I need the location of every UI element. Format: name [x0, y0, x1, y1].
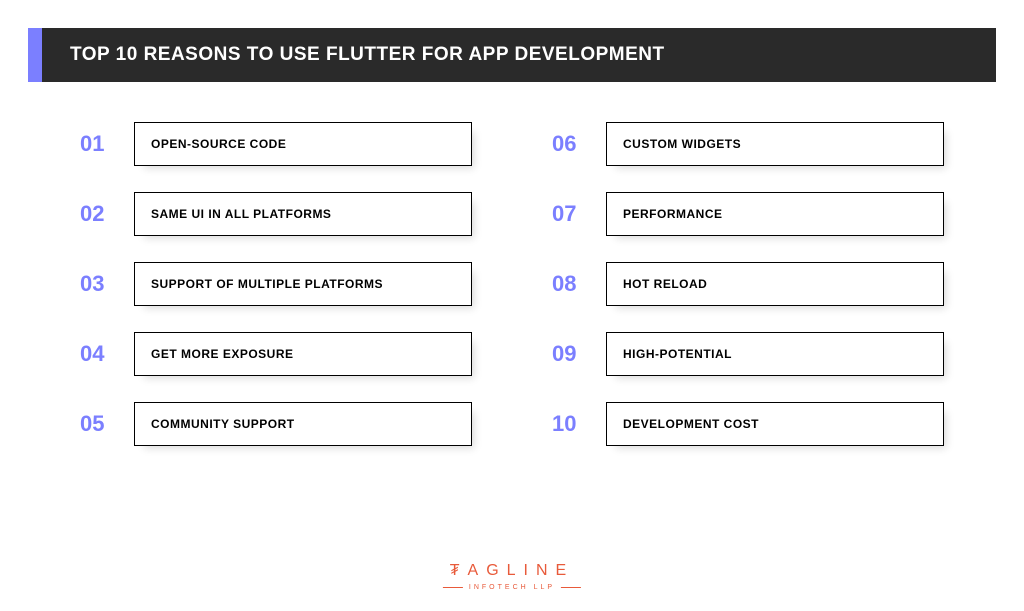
reason-box: GET MORE EXPOSURE — [134, 332, 472, 376]
reason-item: 10 DEVELOPMENT COST — [552, 402, 944, 446]
reason-box: PERFORMANCE — [606, 192, 944, 236]
reason-label: SAME UI IN ALL PLATFORMS — [151, 207, 455, 221]
reason-box: OPEN-SOURCE CODE — [134, 122, 472, 166]
reason-label: GET MORE EXPOSURE — [151, 347, 455, 361]
left-column: 01 OPEN-SOURCE CODE 02 SAME UI IN ALL PL… — [80, 122, 472, 446]
reason-item: 06 CUSTOM WIDGETS — [552, 122, 944, 166]
reason-number: 05 — [80, 411, 116, 437]
reason-item: 01 OPEN-SOURCE CODE — [80, 122, 472, 166]
reason-label: PERFORMANCE — [623, 207, 927, 221]
page-title: TOP 10 REASONS TO USE FLUTTER FOR APP DE… — [70, 44, 665, 66]
reason-label: HOT RELOAD — [623, 277, 927, 291]
reason-item: 08 HOT RELOAD — [552, 262, 944, 306]
reason-label: OPEN-SOURCE CODE — [151, 137, 455, 151]
content: 01 OPEN-SOURCE CODE 02 SAME UI IN ALL PL… — [0, 122, 1024, 446]
reason-number: 09 — [552, 341, 588, 367]
reason-box: HOT RELOAD — [606, 262, 944, 306]
reason-number: 07 — [552, 201, 588, 227]
reason-box: HIGH-POTENTIAL — [606, 332, 944, 376]
reason-label: COMMUNITY SUPPORT — [151, 417, 455, 431]
reason-item: 04 GET MORE EXPOSURE — [80, 332, 472, 376]
title-bar: TOP 10 REASONS TO USE FLUTTER FOR APP DE… — [42, 28, 996, 82]
reason-item: 02 SAME UI IN ALL PLATFORMS — [80, 192, 472, 236]
reason-label: SUPPORT OF MULTIPLE PLATFORMS — [151, 277, 455, 291]
reason-box: SUPPORT OF MULTIPLE PLATFORMS — [134, 262, 472, 306]
reason-box: DEVELOPMENT COST — [606, 402, 944, 446]
reason-item: 03 SUPPORT OF MULTIPLE PLATFORMS — [80, 262, 472, 306]
reason-label: CUSTOM WIDGETS — [623, 137, 927, 151]
logo-subtitle-text: INFOTECH LLP — [469, 584, 555, 591]
reason-box: SAME UI IN ALL PLATFORMS — [134, 192, 472, 236]
footer-logo: ₮AGLINE INFOTECH LLP — [443, 562, 581, 591]
reason-item: 09 HIGH-POTENTIAL — [552, 332, 944, 376]
reason-number: 04 — [80, 341, 116, 367]
reason-number: 03 — [80, 271, 116, 297]
header: TOP 10 REASONS TO USE FLUTTER FOR APP DE… — [28, 28, 996, 82]
reason-box: COMMUNITY SUPPORT — [134, 402, 472, 446]
reason-box: CUSTOM WIDGETS — [606, 122, 944, 166]
logo-name: ₮AGLINE — [443, 562, 581, 580]
reason-number: 01 — [80, 131, 116, 157]
reason-number: 08 — [552, 271, 588, 297]
reason-number: 10 — [552, 411, 588, 437]
reason-label: HIGH-POTENTIAL — [623, 347, 927, 361]
reason-item: 05 COMMUNITY SUPPORT — [80, 402, 472, 446]
reason-label: DEVELOPMENT COST — [623, 417, 927, 431]
reason-number: 02 — [80, 201, 116, 227]
logo-subtitle: INFOTECH LLP — [443, 584, 581, 591]
reason-item: 07 PERFORMANCE — [552, 192, 944, 236]
accent-bar — [28, 28, 42, 82]
right-column: 06 CUSTOM WIDGETS 07 PERFORMANCE 08 HOT … — [552, 122, 944, 446]
reason-number: 06 — [552, 131, 588, 157]
